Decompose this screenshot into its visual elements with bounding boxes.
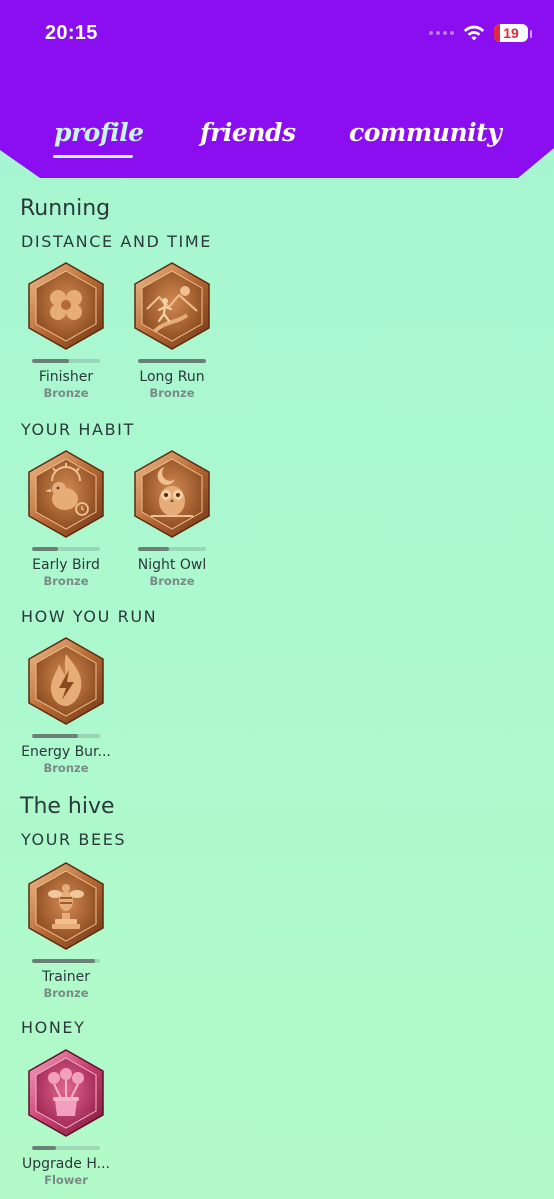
- badge-tier: Bronze: [43, 574, 89, 588]
- badge-name: Trainer: [42, 969, 90, 985]
- badge-night-owl[interactable]: Night Owl Bronze: [126, 449, 218, 588]
- tab-profile[interactable]: profile: [54, 118, 144, 147]
- badge-name: Energy Bur...: [21, 744, 111, 760]
- badge-progress: [32, 359, 100, 363]
- group-title-how-you-run: HOW YOU RUN: [21, 607, 158, 626]
- badge-name: Long Run: [139, 369, 205, 385]
- status-time: 20:15: [45, 22, 98, 44]
- badge-name: Finisher: [38, 369, 94, 385]
- cellular-signal-icon: [429, 31, 454, 35]
- badge-energy-burst[interactable]: Energy Bur... Bronze: [20, 636, 112, 775]
- flame-bolt-icon: [28, 637, 104, 725]
- badge-name: Early Bird: [32, 557, 100, 573]
- group-title-honey: HONEY: [21, 1018, 86, 1037]
- badge-name: Upgrade H...: [22, 1156, 110, 1172]
- badge-tier: Flower: [44, 1173, 88, 1187]
- badge-progress: [32, 959, 100, 963]
- badge-progress: [138, 359, 206, 363]
- tab-community[interactable]: community: [349, 118, 502, 147]
- section-title-hive: The hive: [20, 794, 115, 819]
- badge-name: Night Owl: [137, 557, 207, 573]
- badge-upgrade-honey[interactable]: Upgrade H... Flower: [20, 1048, 112, 1187]
- badge-progress: [32, 734, 100, 738]
- group-title-your-bees: YOUR BEES: [21, 830, 127, 849]
- active-tab-indicator: [53, 155, 133, 158]
- bee-trophy-icon: [28, 862, 104, 950]
- badge-tier: Bronze: [149, 574, 195, 588]
- group-title-your-habit: YOUR HABIT: [21, 420, 135, 439]
- badge-tier: Bronze: [43, 761, 89, 775]
- badge-long-run[interactable]: Long Run Bronze: [126, 261, 218, 400]
- badge-trainer[interactable]: Trainer Bronze: [20, 861, 112, 1000]
- group-title-distance-time: DISTANCE AND TIME: [21, 232, 212, 251]
- wifi-icon: [463, 25, 485, 41]
- owl-moon-icon: [134, 450, 210, 538]
- badge-early-bird[interactable]: Early Bird Bronze: [20, 449, 112, 588]
- flower-honey-icon: [28, 1049, 104, 1137]
- badge-tier: Bronze: [149, 386, 195, 400]
- badge-tier: Bronze: [43, 386, 89, 400]
- battery-indicator: 19: [494, 24, 532, 42]
- bird-sunrise-icon: [28, 450, 104, 538]
- badge-progress: [32, 547, 100, 551]
- tab-friends[interactable]: friends: [200, 118, 296, 147]
- runner-icon: [134, 262, 210, 350]
- section-title-running: Running: [20, 196, 111, 221]
- badge-tier: Bronze: [43, 986, 89, 1000]
- tab-bar: profile friends community: [0, 118, 554, 168]
- badge-progress: [32, 1146, 100, 1150]
- status-icons: 19: [429, 24, 532, 42]
- badge-finisher[interactable]: Finisher Bronze: [20, 261, 112, 400]
- clover-icon: [28, 262, 104, 350]
- badge-progress: [138, 547, 206, 551]
